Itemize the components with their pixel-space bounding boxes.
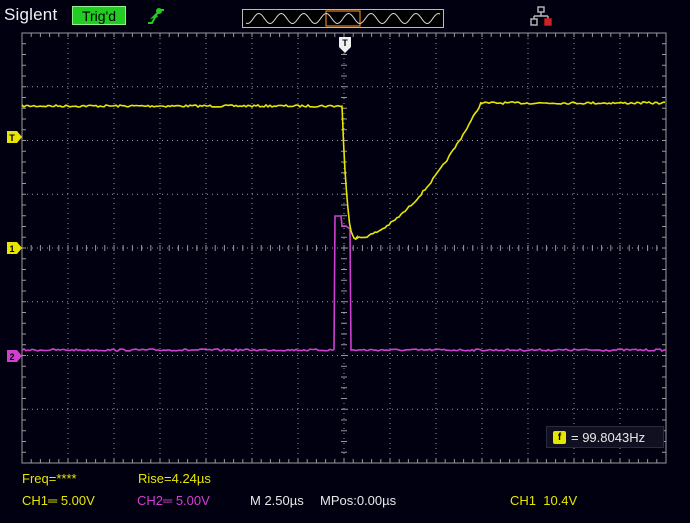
ch1-scale[interactable]: CH1═ 5.00V: [22, 493, 95, 508]
frequency-value: = 99.8043Hz: [571, 430, 646, 445]
trigger-level-marker[interactable]: T: [7, 131, 22, 143]
horizontal-position-readout[interactable]: MPos:0.00µs: [320, 493, 396, 508]
ch2-scale[interactable]: CH2═ 5.00V: [137, 493, 210, 508]
trigger-settings-readout[interactable]: CH1 10.4V: [510, 493, 577, 508]
frequency-counter: f = 99.8043Hz: [546, 426, 664, 448]
trigger-position-marker[interactable]: T: [339, 37, 351, 53]
timebase-readout[interactable]: M 2.50µs: [250, 493, 304, 508]
freq-measurement: Freq=****: [22, 471, 77, 486]
svg-text:T: T: [341, 9, 346, 10]
ch1-offset-marker[interactable]: 1: [7, 242, 22, 254]
trigger-level-label: T: [9, 133, 15, 143]
network-icon[interactable]: [530, 6, 552, 28]
brand-logo: Siglent: [4, 5, 58, 24]
ch2-offset-marker[interactable]: 2: [7, 350, 22, 362]
ch1-marker-label: 1: [9, 244, 14, 254]
ch2-marker-label: 2: [9, 352, 14, 362]
memory-overview-icon[interactable]: T: [242, 9, 444, 28]
frequency-counter-icon: f: [553, 431, 566, 444]
rising-edge-icon[interactable]: [145, 5, 167, 27]
top-status-bar: Siglent Trig'd T: [0, 0, 690, 32]
trigger-position-label: T: [342, 38, 348, 48]
graticule: [21, 32, 667, 464]
trigger-status-badge: Trig'd: [72, 6, 126, 25]
rise-measurement: Rise=4.24µs: [138, 471, 211, 486]
